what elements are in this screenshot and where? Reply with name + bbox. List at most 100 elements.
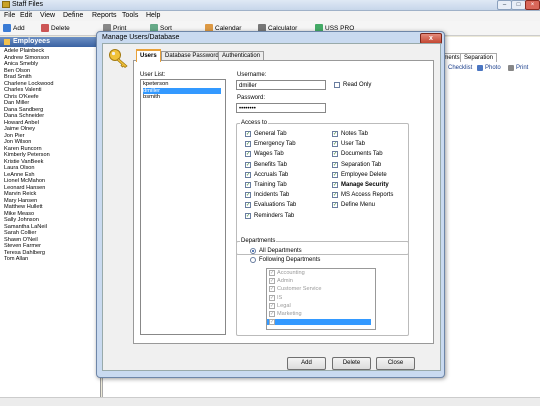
employee-list-item[interactable]: Matthew Hullett [4, 204, 43, 210]
photo-link[interactable]: Photo [477, 65, 501, 71]
access-reminders-tab[interactable]: ✓ Reminders Tab [245, 212, 294, 219]
menu-help[interactable]: Help [146, 12, 160, 19]
menu-view[interactable]: View [40, 12, 55, 19]
employee-list-item[interactable]: Shawn O'Neil [4, 237, 38, 243]
department-checkbox[interactable]: ✓ [269, 278, 275, 285]
read-only-checkbox[interactable]: Read Only [334, 82, 371, 88]
tab-separation[interactable]: Separation [460, 53, 498, 62]
department-checkbox[interactable]: ✓ [269, 302, 275, 309]
following-departments-radio[interactable] [250, 257, 256, 263]
employee-list-item[interactable]: Samantha LaNeil [4, 224, 47, 230]
departments-list[interactable]: ✓ Accounting ✓ Admin ✓ Customer Service ✓ IS ✓ Le… [266, 268, 376, 330]
employee-list[interactable]: Adele Plainbeck Andrew Simonson Anica Smeb… [0, 47, 101, 405]
access-general-tab[interactable]: ✓ General Tab [245, 131, 287, 137]
employee-list-item[interactable]: Tom Allan [4, 256, 28, 262]
employee-list-item[interactable]: Sarah Collier [4, 230, 36, 236]
access-wages-tab[interactable]: ✓ Wages Tab [245, 151, 284, 158]
department-item[interactable]: ✓ Customer Service [269, 286, 321, 293]
access-notes-tab[interactable]: ✓ Notes Tab [332, 131, 368, 137]
access-manage-security[interactable]: ✓ Manage Security [332, 182, 389, 188]
access-checkbox[interactable]: ✓ [245, 141, 251, 148]
employee-list-item[interactable]: Dana Schneider [4, 113, 44, 119]
access-checkbox[interactable]: ✓ [332, 171, 338, 178]
add-user-button[interactable]: Add [287, 357, 326, 370]
username-field[interactable]: dmiller [236, 80, 326, 90]
menu-tools[interactable]: Tools [122, 12, 138, 19]
employee-list-item[interactable]: Kimberly Peterson [4, 152, 50, 158]
access-accruals-tab[interactable]: ✓ Accruals Tab [245, 171, 288, 178]
user-list-item[interactable]: kpeterson [143, 81, 168, 87]
access-checkbox[interactable]: ✓ [332, 202, 338, 209]
access-documents-tab[interactable]: ✓ Documents Tab [332, 151, 383, 158]
all-departments-option[interactable]: All Departments [250, 248, 302, 254]
department-checkbox[interactable]: ✓ [269, 286, 275, 293]
access-checkbox[interactable]: ✓ [245, 161, 251, 168]
print-link[interactable]: Print [508, 65, 528, 71]
user-list-item[interactable]: dmiller [143, 87, 221, 94]
access-evaluations-tab[interactable]: ✓ Evaluations Tab [245, 202, 296, 209]
access-employee-delete[interactable]: ✓ Employee Delete [332, 171, 387, 178]
employee-list-item[interactable]: Mike Measo [4, 211, 34, 217]
access-separation-tab[interactable]: ✓ Separation Tab [332, 161, 381, 168]
read-only-check[interactable] [334, 82, 340, 88]
menu-file[interactable]: File [4, 12, 15, 19]
department-checkbox[interactable]: ✓ [269, 270, 275, 276]
access-ms-access-reports[interactable]: ✓ MS Access Reports [332, 192, 393, 199]
employee-list-item[interactable]: Anica Smebly [4, 61, 38, 67]
close-window-button[interactable]: × [525, 0, 540, 10]
access-checkbox[interactable]: ✓ [245, 151, 251, 158]
employee-list-item[interactable]: Leonard Hansen [4, 185, 45, 191]
user-list[interactable]: kpeterson dmiller bsmith [140, 79, 226, 335]
employee-list-item[interactable]: Charles Valenti [4, 87, 42, 93]
access-checkbox[interactable]: ✓ [332, 182, 338, 188]
department-checkbox[interactable]: ✓ [269, 311, 275, 317]
employee-list-item[interactable]: Adele Plainbeck [4, 48, 44, 54]
menu-define[interactable]: Define [63, 12, 83, 19]
employee-list-item[interactable]: Jon Pier [4, 133, 25, 139]
department-item[interactable]: ✓ Legal [269, 302, 291, 309]
employee-list-item[interactable]: Lionel McMahon [4, 178, 45, 184]
employee-list-item[interactable]: Dana Sandberg [4, 107, 43, 113]
access-checkbox[interactable]: ✓ [332, 131, 338, 137]
access-checkbox[interactable]: ✓ [332, 192, 338, 199]
employee-list-item[interactable]: Jon Wilson [4, 139, 31, 145]
delete-user-button[interactable]: Delete [332, 357, 371, 370]
employee-list-item[interactable]: Brad Smith [4, 74, 32, 80]
access-checkbox[interactable]: ✓ [245, 182, 251, 188]
employee-list-item[interactable]: Steven Farmer [4, 243, 41, 249]
department-item[interactable]: ✓ IS [269, 294, 282, 301]
tab-users[interactable]: Users [136, 49, 161, 62]
employee-list-item[interactable]: Chris O'Keefe [4, 94, 39, 100]
department-checkbox[interactable]: ✓ [269, 319, 275, 326]
employee-list-item[interactable]: Howard Anbel [4, 120, 39, 126]
access-checkbox[interactable]: ✓ [245, 202, 251, 209]
menu-edit[interactable]: Edit [20, 12, 32, 19]
employee-list-item[interactable]: Charlene Lockwood [4, 81, 53, 87]
access-define-menu[interactable]: ✓ Define Menu [332, 202, 375, 209]
department-item[interactable]: ✓ Marketing [269, 311, 302, 317]
employee-list-item[interactable]: Andrew Simonson [4, 55, 49, 61]
access-checkbox[interactable]: ✓ [245, 192, 251, 199]
close-dialog-button[interactable]: Close [376, 357, 415, 370]
department-item[interactable]: ✓ Accounting [269, 270, 305, 276]
employee-list-item[interactable]: Mary Hansen [4, 198, 37, 204]
all-departments-radio[interactable] [250, 248, 256, 254]
maximize-button[interactable]: □ [511, 0, 526, 10]
employee-list-item[interactable]: Dan Miller [4, 100, 29, 106]
employee-list-item[interactable]: Marvin Reick [4, 191, 36, 197]
access-emergency-tab[interactable]: ✓ Emergency Tab [245, 141, 296, 148]
employee-list-item[interactable]: Karen Runcorn [4, 146, 42, 152]
employee-list-item[interactable]: Kristie VanBeek [4, 159, 43, 165]
access-training-tab[interactable]: ✓ Training Tab [245, 182, 287, 188]
delete-button[interactable]: Delete [41, 23, 70, 33]
access-benefits-tab[interactable]: ✓ Benefits Tab [245, 161, 287, 168]
access-checkbox[interactable]: ✓ [332, 141, 338, 148]
minimize-button[interactable]: – [497, 0, 512, 10]
access-checkbox[interactable]: ✓ [245, 171, 251, 178]
access-checkbox[interactable]: ✓ [332, 151, 338, 158]
access-checkbox[interactable]: ✓ [245, 212, 251, 219]
following-departments-option[interactable]: Following Departments [250, 257, 320, 263]
department-item[interactable]: ✓ Sales [267, 319, 371, 326]
checklist-link[interactable]: Checklist [448, 65, 472, 71]
employee-list-item[interactable]: LeAnne Esh [4, 172, 34, 178]
